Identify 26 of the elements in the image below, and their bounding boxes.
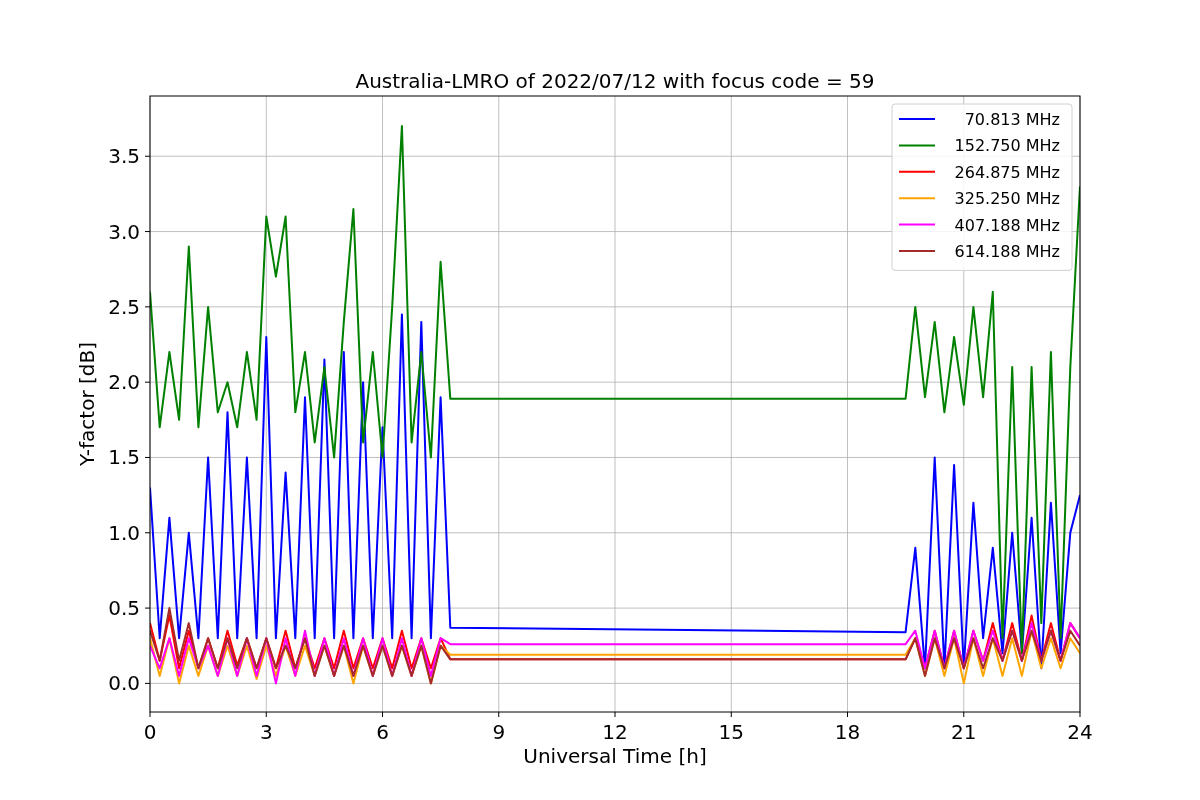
y-tick-label: 1.5: [108, 445, 140, 470]
x-tick-label: 12: [602, 720, 628, 744]
x-tick-label: 9: [492, 720, 506, 744]
y-axis-label: Y-factor [dB]: [75, 342, 99, 466]
y-tick-label: 3.0: [108, 219, 140, 244]
x-tick-label: 21: [951, 720, 977, 744]
legend-label: 152.750 MHz: [954, 136, 1060, 156]
legend-label: 614.188 MHz: [954, 242, 1060, 261]
y-tick-label: 0.5: [108, 596, 140, 621]
x-tick-label: 18: [834, 720, 861, 744]
legend-label: 407.188 MHz: [954, 215, 1060, 235]
x-tick-label: 0: [143, 720, 157, 744]
legend-label: 264.875 MHz: [954, 162, 1060, 182]
x-tick-label: 24: [1067, 720, 1093, 744]
chart-title: Australia-LMRO of 2022/07/12 with focus code = 59: [355, 69, 875, 93]
y-tick-label: 2.5: [108, 294, 140, 319]
y-tick-label: 2.0: [108, 370, 140, 395]
x-tick-label: 15: [718, 720, 744, 744]
y-tick-label: 0.0: [108, 671, 140, 696]
x-tick-label: 6: [376, 720, 389, 744]
legend-label: 70.813 MHz: [964, 110, 1060, 129]
y-tick-label: 3.5: [108, 144, 140, 169]
legend-label: 325.250 MHz: [954, 189, 1060, 209]
y-tick-label: 1.0: [108, 520, 140, 545]
x-axis-label: Universal Time [h]: [523, 744, 707, 768]
x-tick-label: 3: [259, 720, 273, 744]
